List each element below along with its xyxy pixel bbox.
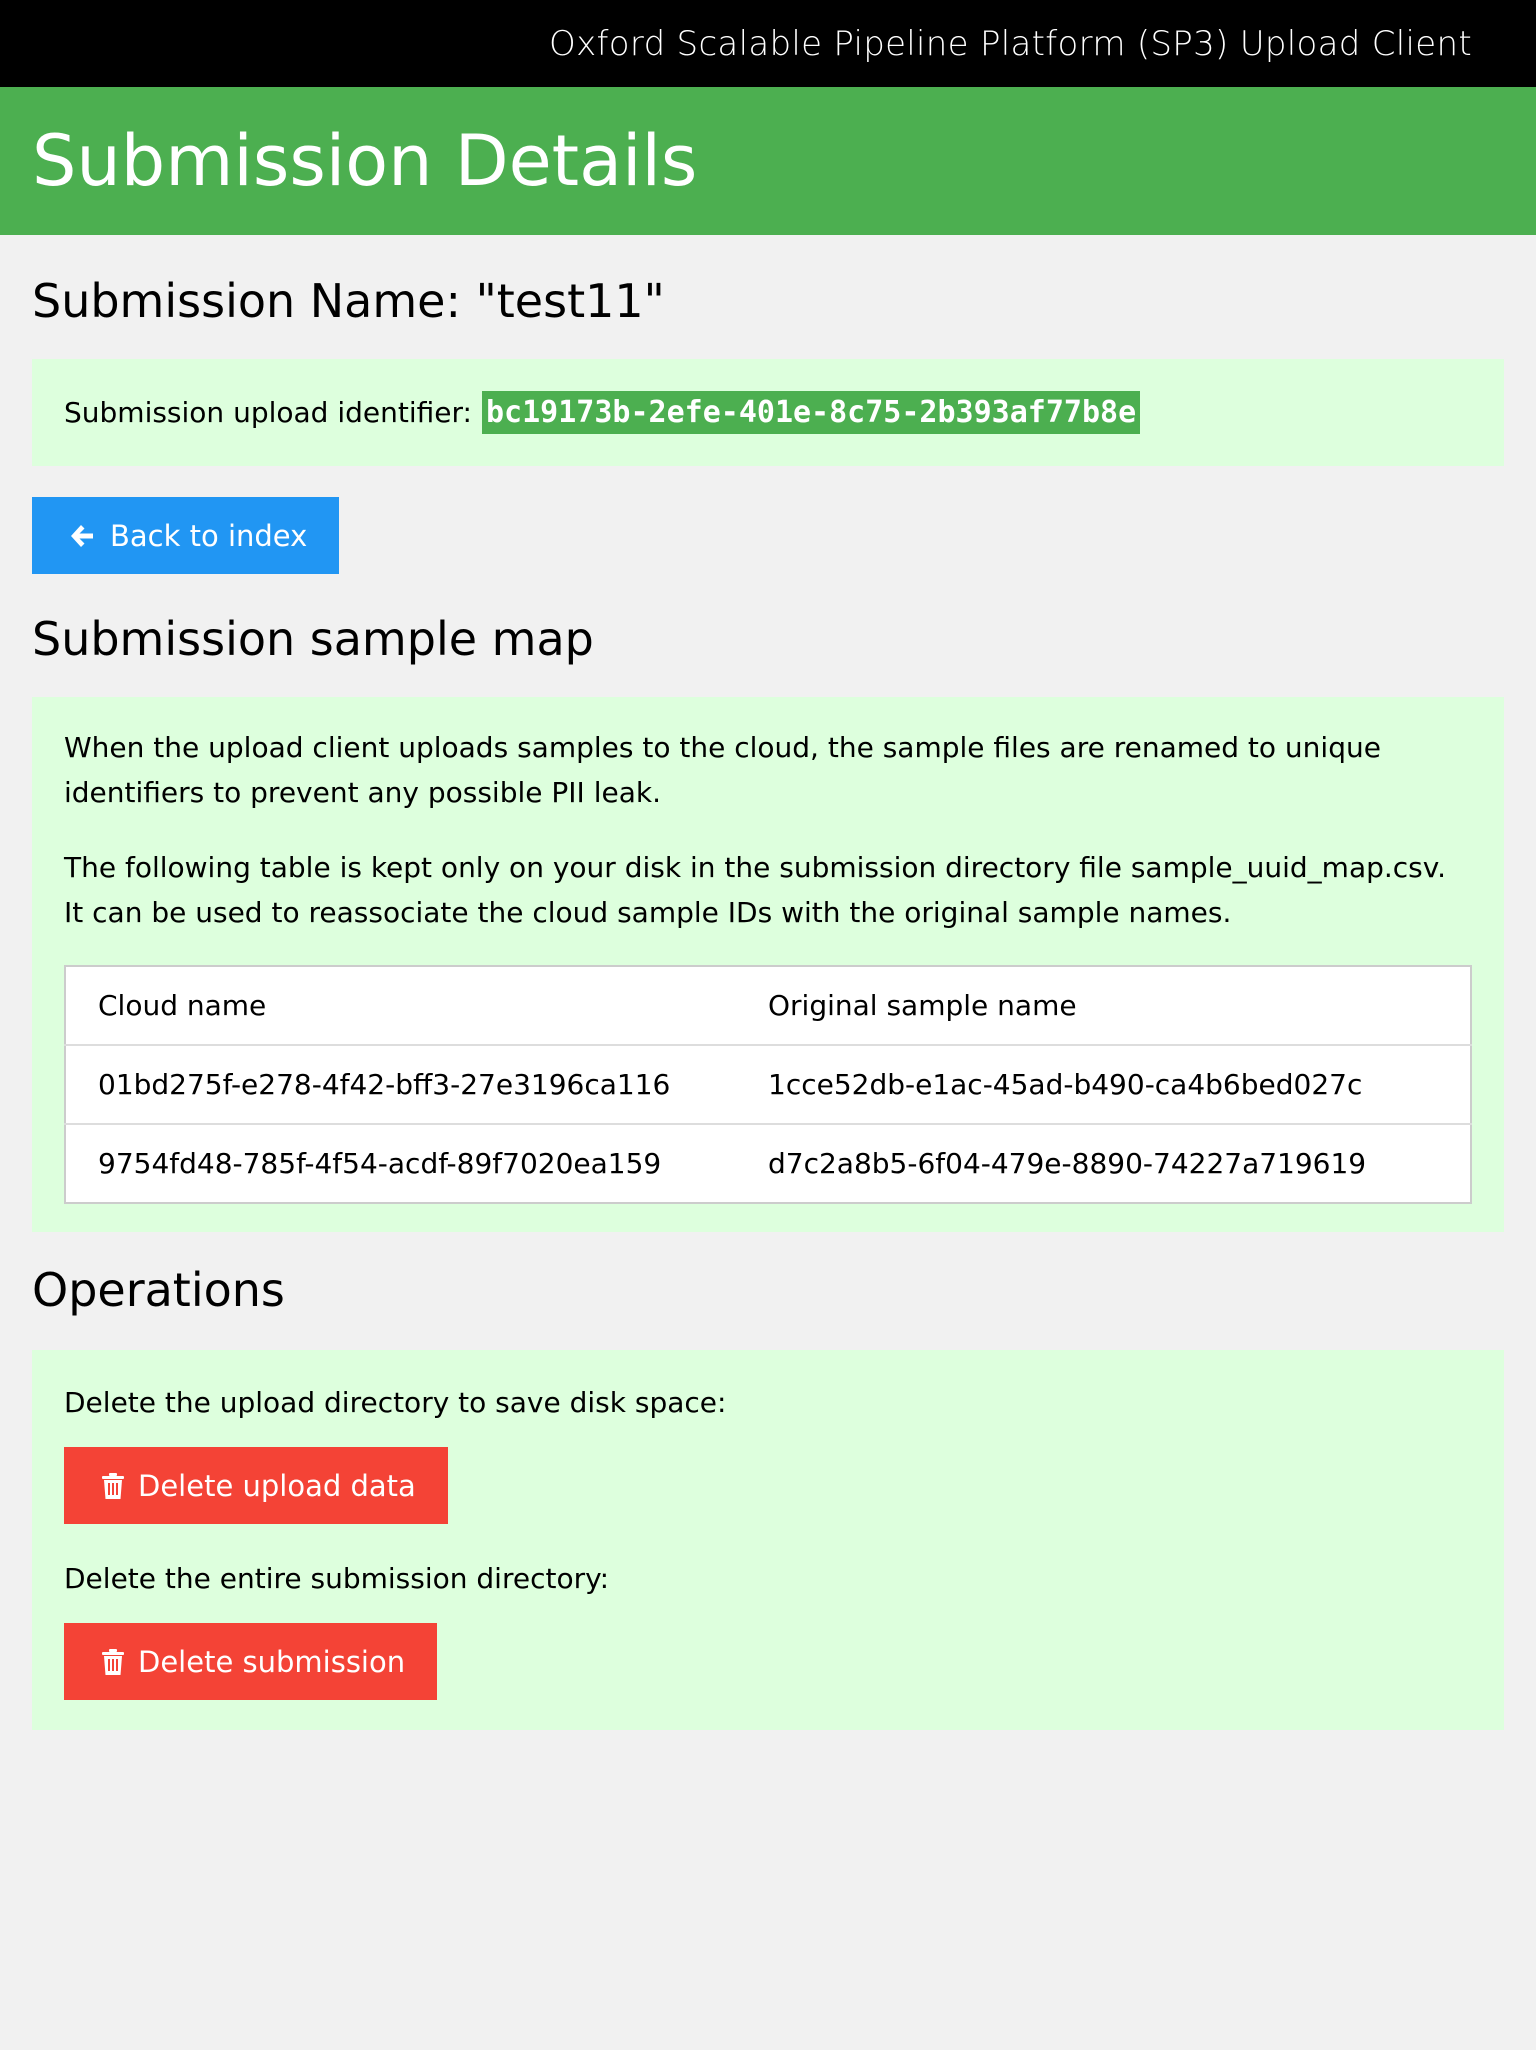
sample-map-description-1: When the upload client uploads samples t…	[64, 731, 1381, 809]
table-row: 01bd275f-e278-4f42-bff3-27e3196ca116 1cc…	[65, 1045, 1471, 1125]
column-header-cloud-name: Cloud name	[65, 966, 736, 1046]
delete-submission-label: Delete submission	[138, 1644, 406, 1679]
arrow-left-icon	[68, 522, 96, 550]
identifier-panel: Submission upload identifier: bc19173b-2…	[32, 359, 1504, 466]
identifier-label: Submission upload identifier:	[64, 396, 472, 429]
sample-map-table: Cloud name Original sample name 01bd275f…	[64, 965, 1472, 1204]
top-bar: Oxford Scalable Pipeline Platform (SP3) …	[0, 0, 1536, 87]
trash-icon	[102, 1648, 124, 1675]
original-name-cell: d7c2a8b5-6f04-479e-8890-74227a719619	[768, 1147, 1367, 1180]
page-title: Submission Details	[32, 120, 698, 202]
main-content: Submission Name: "test11" Submission upl…	[0, 273, 1536, 1730]
delete-submission-description: Delete the entire submission directory:	[64, 1562, 610, 1595]
table-header-row: Cloud name Original sample name	[65, 966, 1471, 1046]
identifier-code: bc19173b-2efe-401e-8c75-2b393af77b8e	[481, 391, 1141, 434]
column-header-original-name: Original sample name	[736, 966, 1471, 1046]
submission-name: Submission Name: "test11"	[32, 274, 665, 328]
sample-map-panel: When the upload client uploads samples t…	[32, 697, 1504, 1232]
table-row: 9754fd48-785f-4f54-acdf-89f7020ea159 d7c…	[65, 1124, 1471, 1203]
app-title: Oxford Scalable Pipeline Platform (SP3) …	[549, 23, 1472, 64]
back-to-index-button[interactable]: Back to index	[32, 497, 340, 574]
back-to-index-label: Back to index	[110, 518, 308, 553]
trash-icon	[102, 1472, 124, 1499]
delete-upload-data-button[interactable]: Delete upload data	[64, 1447, 448, 1524]
sample-map-title: Submission sample map	[32, 612, 594, 666]
page-header: Submission Details	[0, 87, 1536, 235]
delete-submission-button[interactable]: Delete submission	[64, 1623, 438, 1700]
delete-upload-description: Delete the upload directory to save disk…	[64, 1386, 727, 1419]
cloud-name-cell: 01bd275f-e278-4f42-bff3-27e3196ca116	[65, 1045, 736, 1125]
original-name-cell: 1cce52db-e1ac-45ad-b490-ca4b6bed027c	[736, 1045, 1471, 1125]
cloud-name-cell: 9754fd48-785f-4f54-acdf-89f7020ea159	[98, 1147, 662, 1180]
sample-map-description-2: The following table is kept only on your…	[64, 851, 1447, 929]
operations-title: Operations	[32, 1263, 285, 1317]
operations-panel: Delete the upload directory to save disk…	[32, 1350, 1504, 1730]
delete-upload-data-label: Delete upload data	[138, 1468, 416, 1503]
